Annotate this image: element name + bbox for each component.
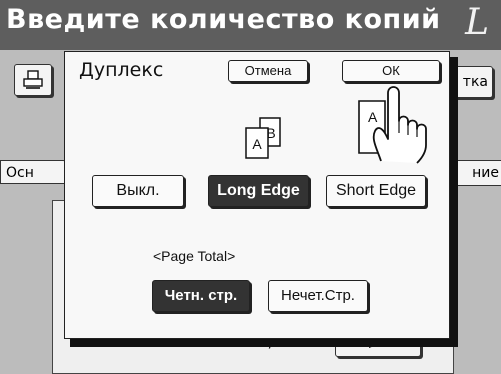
- mode-logo: L: [465, 2, 489, 43]
- title-bar: Введите количество копий L: [0, 0, 501, 50]
- short-edge-button[interactable]: Short Edge: [326, 175, 426, 207]
- even-pages-button[interactable]: Четн. стр.: [152, 280, 250, 312]
- odd-pages-button[interactable]: Нечет.Стр.: [268, 280, 368, 312]
- duplex-off-button[interactable]: Выкл.: [92, 175, 184, 207]
- duplex-front-letter: A: [252, 136, 262, 152]
- hand-card-letter: A: [368, 109, 378, 125]
- tab-settings-label: ние: [472, 165, 499, 181]
- cancel-button[interactable]: Отмена: [228, 60, 308, 82]
- tab-basic[interactable]: Осн: [0, 160, 66, 184]
- duplex-pages-icon: B A: [245, 117, 281, 159]
- printer-icon: [23, 70, 43, 89]
- duplex-back-letter: B: [266, 125, 275, 141]
- long-edge-button[interactable]: Long Edge: [208, 175, 309, 207]
- background-right-button-label: тка: [462, 74, 488, 90]
- screen-title: Введите количество копий: [6, 4, 441, 35]
- pointing-hand-icon: A: [358, 86, 427, 164]
- dialog-title: Дуплекс: [79, 59, 164, 81]
- page-total-label: <Page Total>: [153, 248, 236, 264]
- printer-button[interactable]: [14, 64, 52, 96]
